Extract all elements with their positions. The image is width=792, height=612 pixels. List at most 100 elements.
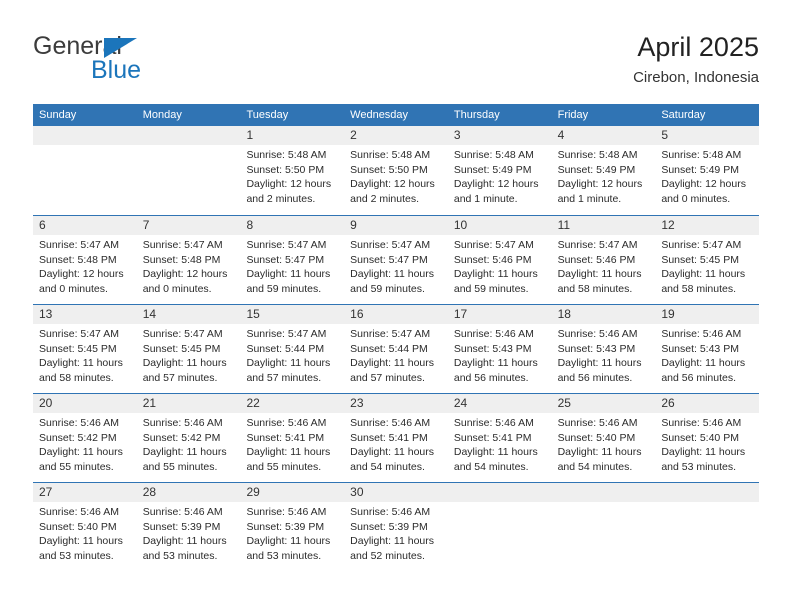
day-info: Sunrise: 5:46 AM Sunset: 5:43 PM Daylight:… xyxy=(655,324,759,385)
day-number-strip: 20 xyxy=(33,394,137,413)
sunrise-text: Sunrise: 5:47 AM xyxy=(350,239,431,251)
day-cell-15[interactable]: 15 Sunrise: 5:47 AM Sunset: 5:44 PM Dayligh… xyxy=(240,305,345,393)
sunset-text: Sunset: 5:49 PM xyxy=(453,163,532,176)
title-block: April 2025 Cirebon, Indonesia xyxy=(633,30,759,89)
daylight-text: Daylight: 11 hours and 59 minutes. xyxy=(246,268,331,295)
sunrise-text: Sunrise: 5:47 AM xyxy=(39,328,119,340)
weekday-header-row: Sunday Monday Tuesday Wednesday Thursday Frid… xyxy=(33,104,759,126)
day-info: Sunrise: 5:46 AM Sunset: 5:43 PM Daylight:… xyxy=(552,324,656,385)
day-info: Sunrise: 5:46 AM Sunset: 5:39 PM Daylight:… xyxy=(240,502,344,563)
day-cell-28[interactable]: 28 Sunrise: 5:46 AM Sunset: 5:39 PM Dayligh… xyxy=(136,483,241,571)
day-info: Sunrise: 5:46 AM Sunset: 5:40 PM Daylight:… xyxy=(655,413,759,474)
day-cell-8[interactable]: 8 Sunrise: 5:47 AM Sunset: 5:47 PM Daylight… xyxy=(240,216,345,304)
day-info: Sunrise: 5:46 AM Sunset: 5:39 PM Daylight:… xyxy=(344,502,448,563)
day-cell-6[interactable]: 6 Sunrise: 5:47 AM Sunset: 5:48 PM Daylight… xyxy=(33,216,137,304)
day-cell-14[interactable]: 14 Sunrise: 5:47 AM Sunset: 5:45 PM Dayligh… xyxy=(136,305,241,393)
day-cell-21[interactable]: 21 Sunrise: 5:46 AM Sunset: 5:42 PM Dayligh… xyxy=(136,394,241,482)
daylight-text: Daylight: 12 hours and 2 minutes. xyxy=(246,178,332,205)
daylight-text: Daylight: 11 hours and 57 minutes. xyxy=(142,357,227,384)
day-number: 27 xyxy=(39,485,53,499)
day-number: 16 xyxy=(350,307,364,321)
day-number: 24 xyxy=(453,396,468,410)
day-number: 3 xyxy=(453,128,461,142)
sunrise-text: Sunrise: 5:48 AM xyxy=(557,149,638,161)
sunset-text: Sunset: 5:43 PM xyxy=(453,342,532,355)
day-cell-11[interactable]: 11 Sunrise: 5:47 AM Sunset: 5:46 PM Dayligh… xyxy=(551,216,656,304)
daylight-text: Daylight: 11 hours and 58 minutes. xyxy=(661,268,746,295)
day-cell-13[interactable]: 13 Sunrise: 5:47 AM Sunset: 5:45 PM Dayligh… xyxy=(33,305,137,393)
sunset-text: Sunset: 5:40 PM xyxy=(557,431,636,444)
day-info: Sunrise: 5:48 AM Sunset: 5:49 PM Daylight:… xyxy=(448,145,552,206)
daylight-text: Daylight: 11 hours and 53 minutes. xyxy=(661,446,746,473)
day-cell-empty xyxy=(136,126,241,215)
day-number-strip: 9 xyxy=(344,216,448,235)
day-cell-1[interactable]: 1 Sunrise: 5:48 AM Sunset: 5:50 PM Daylight… xyxy=(240,126,345,215)
day-info: Sunrise: 5:48 AM Sunset: 5:49 PM Daylight:… xyxy=(655,145,759,206)
day-info: Sunrise: 5:47 AM Sunset: 5:47 PM Daylight:… xyxy=(240,235,344,296)
day-number-strip: 10 xyxy=(447,216,552,235)
day-cell-7[interactable]: 7 Sunrise: 5:47 AM Sunset: 5:48 PM Daylight… xyxy=(136,216,241,304)
sunset-text: Sunset: 5:41 PM xyxy=(453,431,532,444)
sunrise-text: Sunrise: 5:46 AM xyxy=(142,506,223,518)
day-cell-5[interactable]: 5 Sunrise: 5:48 AM Sunset: 5:49 PM Daylight… xyxy=(655,126,760,215)
generalblue-logo[interactable]: General Blue xyxy=(33,30,253,90)
sunset-text: Sunset: 5:50 PM xyxy=(350,163,428,176)
daylight-text: Daylight: 11 hours and 54 minutes. xyxy=(453,446,538,473)
calendar-week-row: 13 Sunrise: 5:47 AM Sunset: 5:45 PM Dayligh… xyxy=(33,304,760,393)
day-cell-4[interactable]: 4 Sunrise: 5:48 AM Sunset: 5:49 PM Daylight… xyxy=(551,126,656,215)
sunrise-text: Sunrise: 5:46 AM xyxy=(557,417,638,429)
day-cell-17[interactable]: 17 Sunrise: 5:46 AM Sunset: 5:43 PM Dayligh… xyxy=(447,305,552,393)
sunset-text: Sunset: 5:49 PM xyxy=(661,163,739,176)
day-cell-29[interactable]: 29 Sunrise: 5:46 AM Sunset: 5:39 PM Dayligh… xyxy=(240,483,345,571)
weekday-header-wednesday: Wednesday xyxy=(350,109,409,121)
day-cell-19[interactable]: 19 Sunrise: 5:46 AM Sunset: 5:43 PM Dayligh… xyxy=(655,305,760,393)
day-info: Sunrise: 5:48 AM Sunset: 5:49 PM Daylight:… xyxy=(552,145,656,206)
day-cell-18[interactable]: 18 Sunrise: 5:46 AM Sunset: 5:43 PM Dayligh… xyxy=(551,305,656,393)
sunrise-text: Sunrise: 5:48 AM xyxy=(453,149,534,161)
day-cell-3[interactable]: 3 Sunrise: 5:48 AM Sunset: 5:49 PM Daylight… xyxy=(447,126,552,215)
daylight-text: Daylight: 11 hours and 54 minutes. xyxy=(350,446,435,473)
day-number-strip: 17 xyxy=(447,305,552,324)
day-cell-25[interactable]: 25 Sunrise: 5:46 AM Sunset: 5:40 PM Dayligh… xyxy=(551,394,656,482)
day-info: Sunrise: 5:46 AM Sunset: 5:41 PM Daylight:… xyxy=(448,413,552,474)
daylight-text: Daylight: 11 hours and 55 minutes. xyxy=(142,446,227,473)
day-number-strip: 5 xyxy=(655,126,760,145)
day-info: Sunrise: 5:46 AM Sunset: 5:39 PM Daylight:… xyxy=(137,502,241,563)
day-cell-10[interactable]: 10 Sunrise: 5:47 AM Sunset: 5:46 PM Dayligh… xyxy=(447,216,552,304)
day-info: Sunrise: 5:46 AM Sunset: 5:41 PM Daylight:… xyxy=(344,413,448,474)
sunset-text: Sunset: 5:41 PM xyxy=(246,431,325,444)
day-cell-22[interactable]: 22 Sunrise: 5:46 AM Sunset: 5:41 PM Dayligh… xyxy=(240,394,345,482)
sunrise-text: Sunrise: 5:47 AM xyxy=(39,239,119,251)
day-info: Sunrise: 5:46 AM Sunset: 5:43 PM Daylight:… xyxy=(448,324,552,385)
day-cell-30[interactable]: 30 Sunrise: 5:46 AM Sunset: 5:39 PM Dayligh… xyxy=(344,483,448,571)
sunrise-text: Sunrise: 5:46 AM xyxy=(557,328,638,340)
day-cell-27[interactable]: 27 Sunrise: 5:46 AM Sunset: 5:40 PM Dayligh… xyxy=(33,483,137,571)
day-info: Sunrise: 5:47 AM Sunset: 5:46 PM Daylight:… xyxy=(448,235,552,296)
day-cell-24[interactable]: 24 Sunrise: 5:46 AM Sunset: 5:41 PM Dayligh… xyxy=(447,394,552,482)
day-info: Sunrise: 5:47 AM Sunset: 5:47 PM Daylight:… xyxy=(344,235,448,296)
day-cell-12[interactable]: 12 Sunrise: 5:47 AM Sunset: 5:45 PM Dayligh… xyxy=(655,216,760,304)
sunrise-text: Sunrise: 5:46 AM xyxy=(350,417,431,429)
day-cell-23[interactable]: 23 Sunrise: 5:46 AM Sunset: 5:41 PM Dayligh… xyxy=(344,394,448,482)
day-number-strip: 22 xyxy=(240,394,345,413)
day-cell-empty xyxy=(551,483,656,571)
day-cell-26[interactable]: 26 Sunrise: 5:46 AM Sunset: 5:40 PM Dayligh… xyxy=(655,394,760,482)
day-number: 20 xyxy=(39,396,53,410)
day-number-strip: 14 xyxy=(136,305,241,324)
sunset-text: Sunset: 5:48 PM xyxy=(39,253,117,266)
day-cell-16[interactable]: 16 Sunrise: 5:47 AM Sunset: 5:44 PM Dayligh… xyxy=(344,305,448,393)
day-cell-20[interactable]: 20 Sunrise: 5:46 AM Sunset: 5:42 PM Dayligh… xyxy=(33,394,137,482)
day-info: Sunrise: 5:46 AM Sunset: 5:40 PM Daylight:… xyxy=(33,502,137,563)
day-cell-2[interactable]: 2 Sunrise: 5:48 AM Sunset: 5:50 PM Daylight… xyxy=(344,126,448,215)
day-number-strip: 23 xyxy=(344,394,448,413)
day-number: 15 xyxy=(246,307,260,321)
day-number: 14 xyxy=(142,307,157,321)
sunrise-text: Sunrise: 5:47 AM xyxy=(246,239,327,251)
day-info: Sunrise: 5:46 AM Sunset: 5:41 PM Daylight:… xyxy=(240,413,344,474)
day-cell-9[interactable]: 9 Sunrise: 5:47 AM Sunset: 5:47 PM Daylight… xyxy=(344,216,448,304)
sunset-text: Sunset: 5:42 PM xyxy=(142,431,221,444)
day-number-strip: 7 xyxy=(136,216,241,235)
day-number-strip: 21 xyxy=(136,394,241,413)
daylight-text: Daylight: 11 hours and 52 minutes. xyxy=(350,535,435,562)
daylight-text: Daylight: 11 hours and 53 minutes. xyxy=(39,535,123,562)
